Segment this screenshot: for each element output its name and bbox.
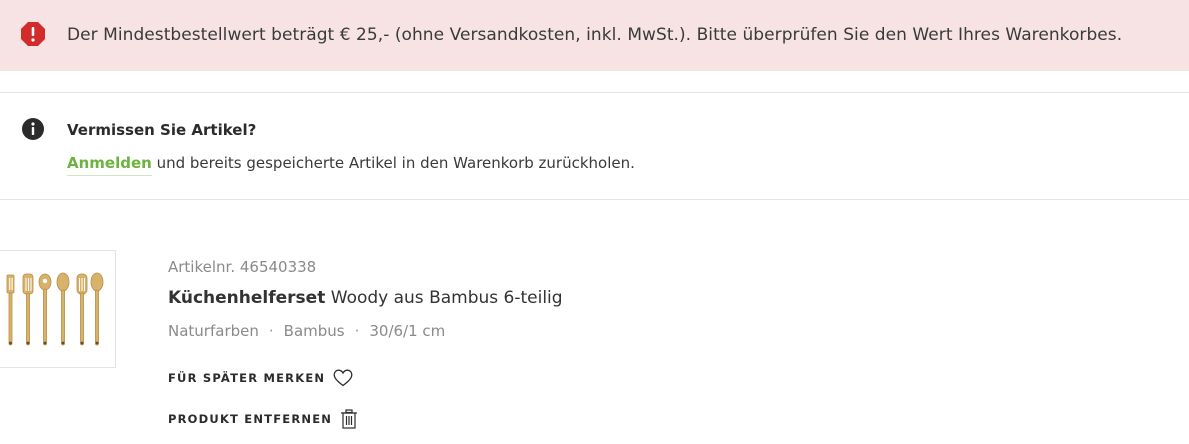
attribute-size: 30/6/1 cm (369, 322, 446, 340)
divider (0, 199, 1189, 200)
heart-icon (333, 369, 353, 387)
error-banner: Der Mindestbestellwert beträgt € 25,- (o… (0, 0, 1189, 71)
product-image[interactable] (0, 250, 116, 368)
attribute-separator: · (268, 322, 274, 340)
save-for-later-button[interactable]: FÜR SPÄTER MERKEN (168, 369, 353, 387)
missing-items-description: und bereits gespeicherte Artikel in den … (156, 154, 635, 172)
remove-product-label: PRODUKT ENTFERNEN (168, 412, 333, 426)
divider (0, 92, 1189, 93)
product-name: Woody aus Bambus 6-teilig (330, 288, 563, 308)
trash-icon (341, 409, 358, 429)
attribute-material: Bambus (283, 322, 345, 340)
article-number: Artikelnr. 46540338 (168, 258, 317, 276)
bamboo-utensils-image (6, 272, 104, 346)
missing-items-text: Anmelden und bereits gespeicherte Artike… (67, 154, 635, 176)
error-message: Der Mindestbestellwert beträgt € 25,- (o… (67, 25, 1123, 45)
attribute-separator: · (354, 322, 360, 340)
exclamation-octagon-icon (21, 22, 45, 46)
product-title[interactable]: Küchenhelferset Woody aus Bambus 6-teili… (168, 288, 563, 308)
product-brand: Küchenhelferset (168, 288, 326, 308)
product-attributes: Naturfarben · Bambus · 30/6/1 cm (168, 322, 445, 340)
remove-product-button[interactable]: PRODUKT ENTFERNEN (168, 409, 358, 429)
save-for-later-label: FÜR SPÄTER MERKEN (168, 371, 326, 385)
missing-items-title: Vermissen Sie Artikel? (67, 121, 257, 139)
attribute-color: Naturfarben (168, 322, 259, 340)
login-link[interactable]: Anmelden (67, 154, 152, 176)
info-icon (22, 118, 44, 140)
